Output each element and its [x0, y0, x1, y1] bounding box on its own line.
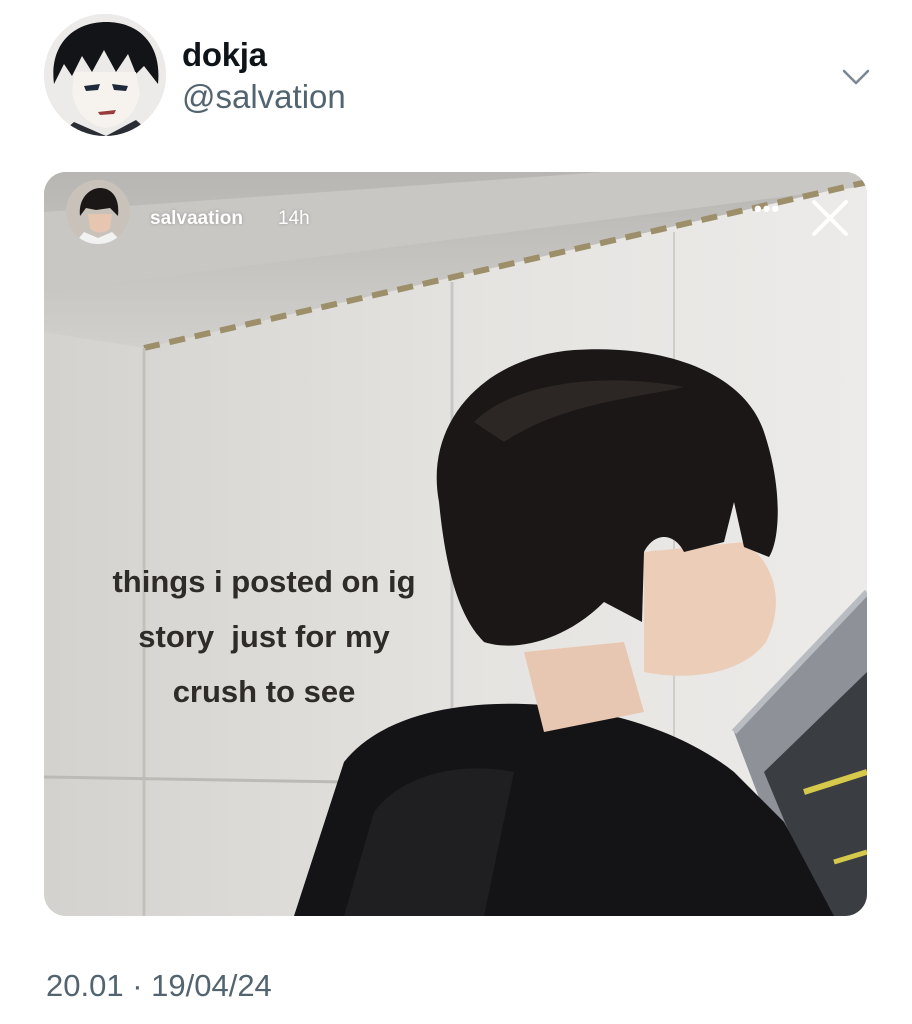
caption-line: crush to see: [172, 674, 356, 709]
story-header: salvaation 14h •••: [64, 180, 854, 246]
story-photo: [44, 172, 867, 916]
caption-line: story just for my: [138, 619, 390, 654]
tweet-media-image[interactable]: salvaation 14h ••• things i posted on ig…: [44, 172, 867, 916]
story-username[interactable]: salvaation: [150, 208, 243, 230]
story-caption: things i posted on ig story just for my …: [74, 554, 454, 719]
story-more-button[interactable]: •••: [754, 196, 780, 222]
author-avatar[interactable]: [44, 14, 166, 136]
manga-character-avatar-icon: [44, 14, 166, 136]
author-handle[interactable]: @salvation: [182, 78, 346, 116]
chevron-down-icon[interactable]: [836, 62, 876, 92]
story-avatar[interactable]: [66, 180, 130, 244]
tweet-timestamp[interactable]: 20.01 · 19/04/24: [46, 968, 272, 1004]
caption-line: things i posted on ig: [112, 564, 416, 599]
author-display-name[interactable]: dokja: [182, 36, 267, 74]
story-time: 14h: [278, 208, 310, 229]
close-icon[interactable]: [806, 194, 854, 242]
story-avatar-photo-icon: [66, 180, 130, 244]
